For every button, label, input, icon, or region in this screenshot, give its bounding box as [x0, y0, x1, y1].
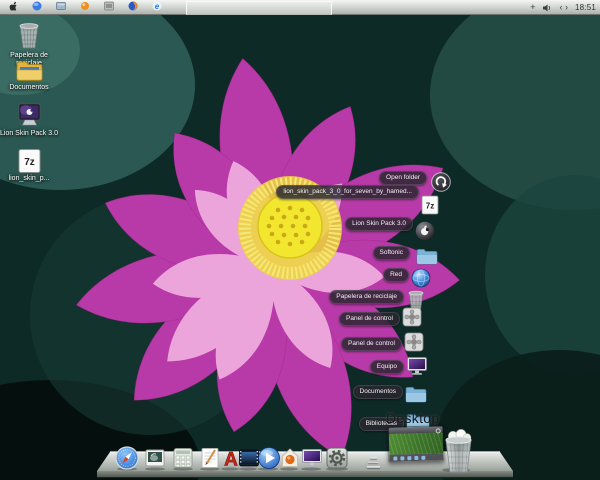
trash-full-icon[interactable]	[441, 428, 475, 474]
7z-archive-icon[interactable]: 7z	[421, 195, 441, 215]
desktop-icon-label: lion_skin_p...	[0, 175, 58, 183]
menu-bar: e + ‹ › 18:51	[0, 0, 600, 15]
plus-icon[interactable]: +	[530, 3, 535, 12]
grey-app-tray-icon[interactable]	[104, 0, 114, 16]
globe-tray-icon[interactable]	[32, 0, 42, 16]
computer-icon[interactable]	[406, 356, 426, 376]
desktop-icon-7z-archive[interactable]: 7z lion_skin_p...	[0, 148, 58, 183]
stack-label-desktop: Desktop	[386, 410, 439, 426]
desktop-icon-label: Lion Skin Pack 3.0	[0, 130, 58, 138]
launcher-icon[interactable]	[278, 446, 302, 470]
display-icon[interactable]	[300, 446, 324, 470]
apple-sphere-icon[interactable]	[415, 221, 435, 241]
desktop-icon-documents[interactable]: Documentos	[0, 60, 58, 92]
menubar-clock[interactable]: 18:51	[575, 3, 596, 12]
folder-icon	[0, 60, 58, 83]
desktop-icon-label: Documentos	[0, 84, 58, 92]
trash-icon[interactable]	[406, 289, 426, 309]
control-panel-icon[interactable]	[404, 332, 424, 352]
miniwin-content	[389, 432, 444, 454]
network-globe-icon[interactable]	[411, 268, 431, 288]
lotus-wallpaper	[0, 15, 600, 480]
firefox-tray-icon[interactable]	[128, 0, 138, 16]
open-folder-icon[interactable]	[431, 172, 451, 192]
internet-explorer-tray-icon[interactable]: e	[152, 0, 162, 16]
blue-folder-icon[interactable]	[405, 385, 425, 405]
fan-item-control-panel[interactable]: Panel de control	[339, 312, 400, 326]
safari-icon[interactable]	[115, 446, 139, 470]
dock-separator	[366, 454, 380, 470]
preview-icon[interactable]	[143, 446, 167, 470]
desktop-icon-lion-skin-pack[interactable]: Lion Skin Pack 3.0	[0, 102, 58, 138]
miniwin-icon-row	[389, 453, 443, 461]
svg-text:7z: 7z	[24, 157, 35, 168]
fan-item-documents[interactable]: Documentos	[353, 385, 404, 399]
svg-text:7z: 7z	[426, 202, 434, 211]
magnifier-icon	[436, 428, 441, 433]
trash-icon	[0, 21, 58, 51]
control-panel-icon[interactable]	[402, 307, 422, 327]
fan-item-recycle-bin[interactable]: Papelera de reciclaje	[329, 290, 404, 304]
system-preferences-icon[interactable]	[325, 446, 349, 470]
fan-item-computer[interactable]: Equipo	[370, 360, 404, 374]
fan-item-red[interactable]: Red	[383, 268, 409, 282]
imac-apple-icon	[0, 102, 58, 129]
fan-item-softonic[interactable]: Softonic	[373, 246, 411, 260]
speaker-icon[interactable]	[542, 3, 552, 13]
fan-item-control-panel[interactable]: Panel de control	[341, 337, 402, 351]
arrows-icon[interactable]: ‹ ›	[559, 3, 568, 12]
fan-item-archive[interactable]: lion_skin_pack_3_0_for_seven_by_hamed...	[276, 185, 419, 199]
apple-menu[interactable]	[8, 0, 18, 16]
fan-item-lion-skin-pack[interactable]: Lion Skin Pack 3.0	[345, 217, 413, 231]
window-tray-icon[interactable]	[56, 0, 66, 16]
svg-text:e: e	[155, 2, 160, 11]
menubar-highlight-box	[186, 1, 332, 15]
orange-ball-tray-icon[interactable]	[80, 0, 90, 16]
calculator-icon[interactable]	[171, 446, 195, 470]
blue-folder-icon[interactable]	[416, 247, 436, 267]
7z-archive-icon: 7z	[0, 148, 58, 174]
minimized-window-thumbnail[interactable]	[388, 425, 445, 462]
fan-item-open-folder[interactable]: Open folder	[379, 171, 427, 185]
